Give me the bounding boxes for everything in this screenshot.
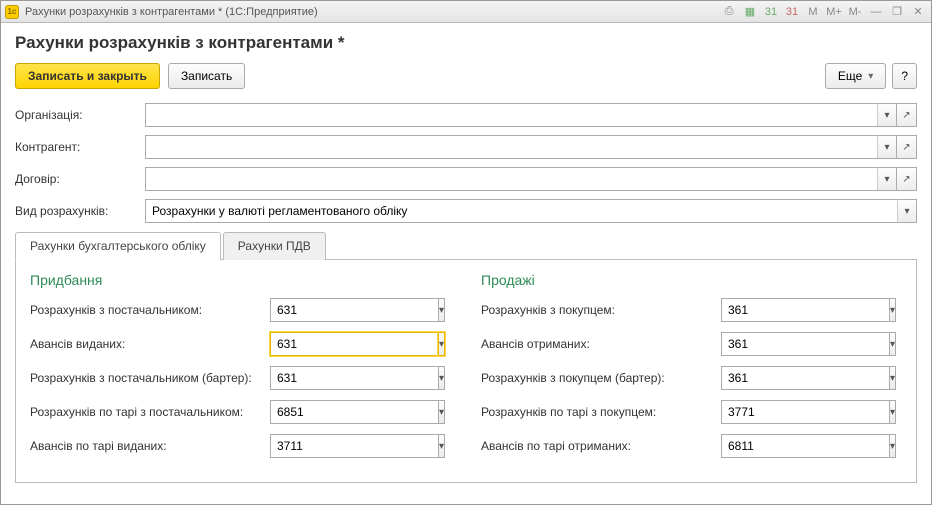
sales-input[interactable] <box>721 366 889 390</box>
row-contragent: Контрагент: ▾ ↗ <box>15 135 917 159</box>
dropdown-icon[interactable]: ▾ <box>889 434 896 458</box>
dropdown-icon[interactable]: ▾ <box>877 167 897 191</box>
purchase-combo: ▾ <box>270 400 440 424</box>
sales-input[interactable] <box>721 298 889 322</box>
sales-row: Розрахунків з покупцем (бартер):▾ <box>481 366 902 390</box>
purchase-input[interactable] <box>270 332 438 356</box>
dropdown-icon[interactable]: ▾ <box>438 298 445 322</box>
purchase-label: Розрахунків з постачальником: <box>30 303 270 317</box>
row-calc-type: Вид розрахунків: ▾ <box>15 199 917 223</box>
sales-combo: ▾ <box>721 434 891 458</box>
calc-type-input[interactable] <box>145 199 897 223</box>
open-icon[interactable]: ↗ <box>897 167 917 191</box>
sales-input[interactable] <box>721 332 889 356</box>
sales-row: Авансів по тарі отриманих:▾ <box>481 434 902 458</box>
purchase-label: Розрахунків по тарі з постачальником: <box>30 405 270 419</box>
content: Рахунки розрахунків з контрагентами * За… <box>1 23 931 504</box>
app-icon: 1c <box>5 5 19 19</box>
sales-input[interactable] <box>721 400 889 424</box>
window-title: Рахунки розрахунків з контрагентами * (1… <box>25 6 318 18</box>
restore-icon[interactable]: ❐ <box>888 4 906 20</box>
titlebar-actions: ⎙ ▦ 31 31 M M+ M- — ❐ ✕ <box>720 4 927 20</box>
close-icon[interactable]: ✕ <box>909 4 927 20</box>
sales-label: Розрахунків по тарі з покупцем: <box>481 405 721 419</box>
sales-row: Розрахунків по тарі з покупцем:▾ <box>481 400 902 424</box>
tab-vat[interactable]: Рахунки ПДВ <box>223 232 326 260</box>
sales-combo: ▾ <box>721 298 891 322</box>
purchase-row: Розрахунків з постачальником:▾ <box>30 298 451 322</box>
save-close-button[interactable]: Записать и закрыть <box>15 63 160 89</box>
open-icon[interactable]: ↗ <box>897 103 917 127</box>
dropdown-icon[interactable]: ▾ <box>877 103 897 127</box>
memory-mplus-icon[interactable]: M+ <box>825 4 843 20</box>
dropdown-icon[interactable]: ▾ <box>877 135 897 159</box>
section-purchase-title: Придбання <box>30 272 451 288</box>
purchase-label: Авансів виданих: <box>30 337 270 351</box>
purchase-input[interactable] <box>270 434 438 458</box>
purchase-input[interactable] <box>270 366 438 390</box>
tab-panel-accounts: Придбання Розрахунків з постачальником:▾… <box>15 260 917 483</box>
section-sales-title: Продажі <box>481 272 902 288</box>
dropdown-icon[interactable]: ▾ <box>889 332 896 356</box>
help-button[interactable]: ? <box>892 63 917 89</box>
org-input[interactable] <box>145 103 877 127</box>
sales-combo: ▾ <box>721 332 891 356</box>
sales-label: Розрахунків з покупцем: <box>481 303 721 317</box>
sales-input[interactable] <box>721 434 889 458</box>
sales-row: Розрахунків з покупцем:▾ <box>481 298 902 322</box>
calendar-icon-2[interactable]: 31 <box>783 4 801 20</box>
print-icon[interactable]: ⎙ <box>720 4 738 20</box>
contract-input[interactable] <box>145 167 877 191</box>
sales-label: Розрахунків з покупцем (бартер): <box>481 371 721 385</box>
purchase-combo: ▾ <box>270 434 440 458</box>
sales-label: Авансів отриманих: <box>481 337 721 351</box>
dropdown-icon[interactable]: ▾ <box>889 366 896 390</box>
dropdown-icon[interactable]: ▾ <box>897 199 917 223</box>
purchase-input[interactable] <box>270 400 438 424</box>
page-title: Рахунки розрахунків з контрагентами * <box>15 33 917 53</box>
memory-m-icon[interactable]: M <box>804 4 822 20</box>
grid-icon[interactable]: ▦ <box>741 4 759 20</box>
purchase-combo: ▾ <box>270 366 440 390</box>
dropdown-icon[interactable]: ▾ <box>889 298 896 322</box>
memory-mminus-icon[interactable]: M- <box>846 4 864 20</box>
sales-combo: ▾ <box>721 366 891 390</box>
dropdown-icon[interactable]: ▾ <box>438 332 445 356</box>
label-contragent: Контрагент: <box>15 140 145 154</box>
purchase-row: Авансів по тарі виданих:▾ <box>30 434 451 458</box>
col-sales: Продажі Розрахунків з покупцем:▾Авансів … <box>481 272 902 468</box>
sales-combo: ▾ <box>721 400 891 424</box>
contragent-input[interactable] <box>145 135 877 159</box>
row-contract: Договір: ▾ ↗ <box>15 167 917 191</box>
dropdown-icon[interactable]: ▾ <box>438 400 445 424</box>
label-calc-type: Вид розрахунків: <box>15 204 145 218</box>
purchase-row: Розрахунків з постачальником (бартер):▾ <box>30 366 451 390</box>
dropdown-icon[interactable]: ▾ <box>438 366 445 390</box>
col-purchase: Придбання Розрахунків з постачальником:▾… <box>30 272 451 468</box>
tabs: Рахунки бухгалтерського обліку Рахунки П… <box>15 231 917 260</box>
row-org: Організація: ▾ ↗ <box>15 103 917 127</box>
dropdown-icon[interactable]: ▾ <box>889 400 896 424</box>
purchase-row: Розрахунків по тарі з постачальником:▾ <box>30 400 451 424</box>
more-button[interactable]: Еще <box>825 63 886 89</box>
minimize-icon[interactable]: — <box>867 4 885 20</box>
purchase-combo: ▾ <box>270 298 440 322</box>
label-org: Організація: <box>15 108 145 122</box>
purchase-row: Авансів виданих:▾ <box>30 332 451 356</box>
purchase-input[interactable] <box>270 298 438 322</box>
label-contract: Договір: <box>15 172 145 186</box>
dropdown-icon[interactable]: ▾ <box>438 434 445 458</box>
sales-row: Авансів отриманих:▾ <box>481 332 902 356</box>
calendar-icon[interactable]: 31 <box>762 4 780 20</box>
purchase-label: Авансів по тарі виданих: <box>30 439 270 453</box>
purchase-label: Розрахунків з постачальником (бартер): <box>30 371 270 385</box>
toolbar: Записать и закрыть Записать Еще ? <box>15 63 917 89</box>
open-icon[interactable]: ↗ <box>897 135 917 159</box>
tab-accounts[interactable]: Рахунки бухгалтерського обліку <box>15 232 221 260</box>
save-button[interactable]: Записать <box>168 63 245 89</box>
purchase-combo: ▾ <box>270 332 440 356</box>
sales-label: Авансів по тарі отриманих: <box>481 439 721 453</box>
window: 1c Рахунки розрахунків з контрагентами *… <box>0 0 932 505</box>
titlebar: 1c Рахунки розрахунків з контрагентами *… <box>1 1 931 23</box>
